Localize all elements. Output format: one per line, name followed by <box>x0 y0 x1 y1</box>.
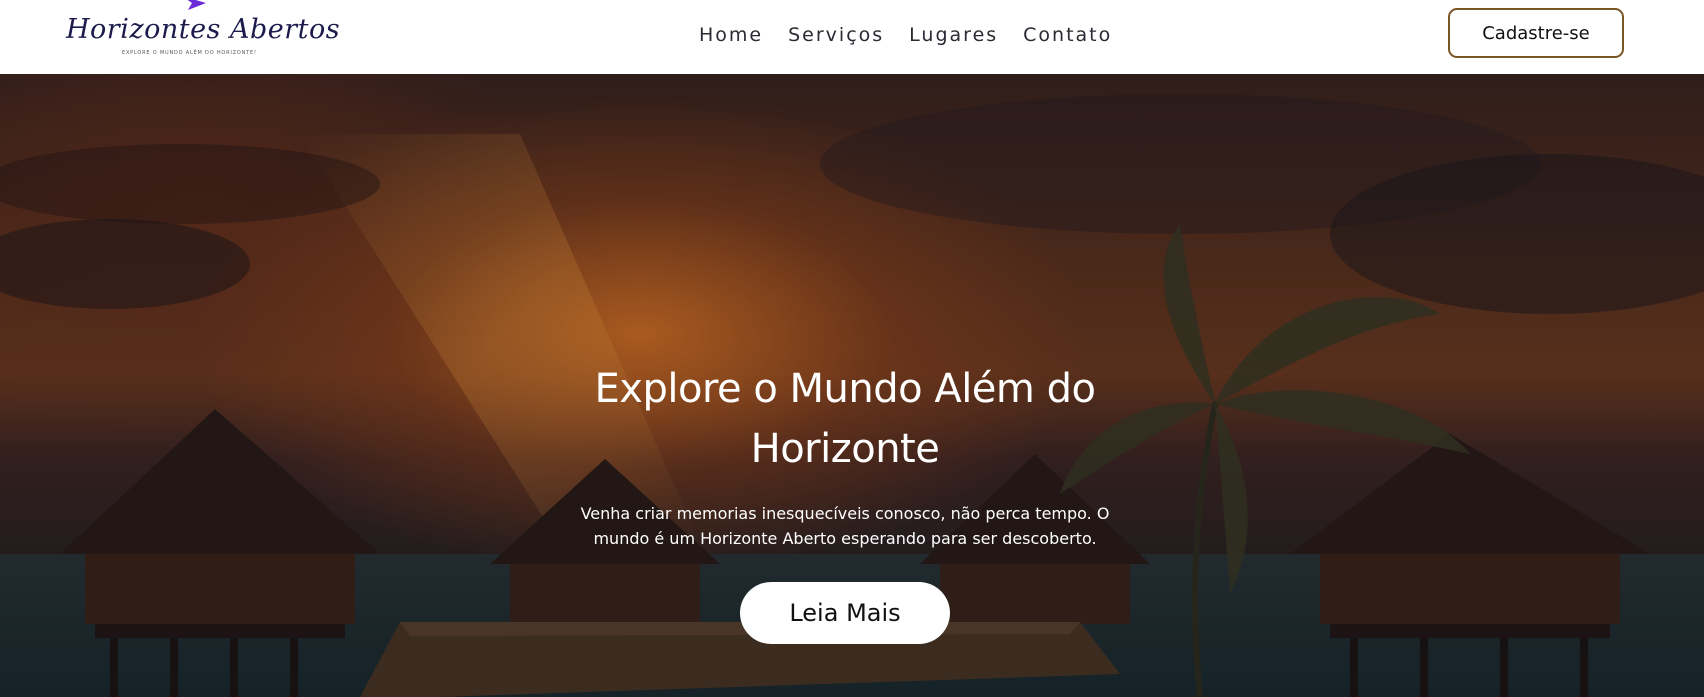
hero-content: Explore o Mundo Além do Horizonte Venha … <box>560 359 1130 644</box>
brand-name: Horizontes Abertos <box>66 14 341 45</box>
brand-tagline: Explore o mundo além do horizonte! <box>122 50 257 56</box>
logo[interactable]: Horizontes Abertos Explore o mundo além … <box>66 0 340 74</box>
nav-lugares[interactable]: Lugares <box>909 24 998 46</box>
nav-contato[interactable]: Contato <box>1023 24 1112 46</box>
hero-section: Explore o Mundo Além do Horizonte Venha … <box>0 74 1704 697</box>
nav-home[interactable]: Home <box>699 24 763 46</box>
nav-servicos[interactable]: Serviços <box>788 24 884 46</box>
hero-subtitle: Venha criar memorias inesquecíveis conos… <box>580 504 1110 548</box>
site-header: Horizontes Abertos Explore o mundo além … <box>0 0 1704 74</box>
logo-arrow-icon <box>187 0 206 10</box>
read-more-button[interactable]: Leia Mais <box>740 582 950 644</box>
signup-button[interactable]: Cadastre-se <box>1448 8 1624 58</box>
main-nav: Home Serviços Lugares Contato <box>699 22 1112 48</box>
hero-title: Explore o Mundo Além do Horizonte <box>594 366 1096 472</box>
